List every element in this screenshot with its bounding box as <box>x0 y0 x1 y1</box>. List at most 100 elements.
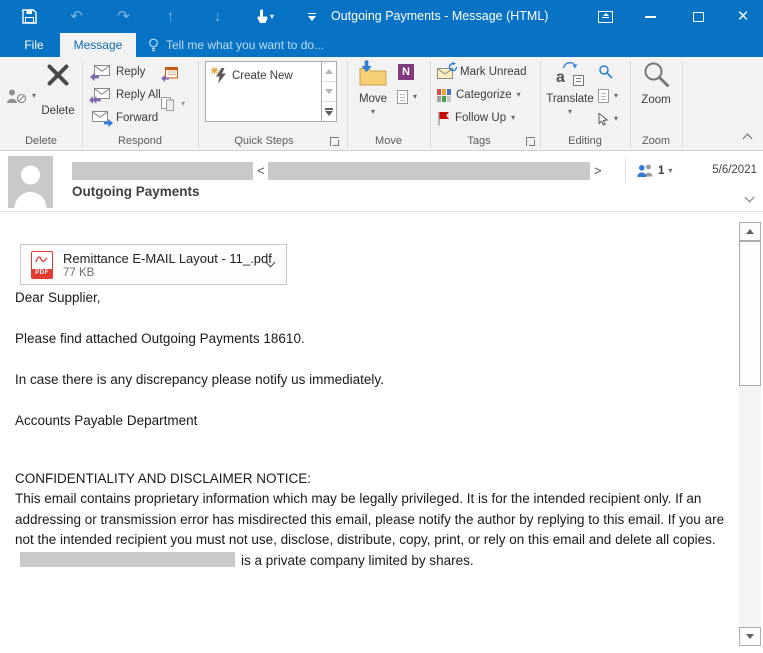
delete-button[interactable]: Delete <box>36 62 80 117</box>
disclaimer-heading: CONFIDENTIALITY AND DISCLAIMER NOTICE: <box>15 469 731 490</box>
im-icon <box>161 97 176 111</box>
group-label-respond: Respond <box>82 135 198 147</box>
minimize-icon <box>645 16 656 18</box>
touch-mouse-mode-button[interactable]: ▾ <box>241 0 288 33</box>
translate-button[interactable]: a Translate ▾ <box>546 62 594 116</box>
maximize-icon <box>693 12 704 22</box>
minimize-button[interactable] <box>633 0 667 33</box>
group-label-quick-steps: Quick Steps <box>198 135 330 147</box>
more-commands-icon <box>308 13 316 21</box>
undo-button[interactable]: ↶ <box>53 0 100 33</box>
im-button[interactable]: ▾ <box>161 95 185 113</box>
move-button[interactable]: Move ▾ <box>352 62 394 116</box>
header-divider <box>625 159 626 183</box>
people-icon <box>636 164 654 177</box>
redo-button[interactable]: ↷ <box>100 0 147 33</box>
touch-hand-icon <box>255 9 268 24</box>
create-new-quick-step[interactable]: Create New <box>213 67 293 85</box>
dropdown-caret-icon: ▾ <box>511 114 515 122</box>
move-button-label: Move <box>359 93 387 105</box>
move-folder-icon <box>358 62 388 86</box>
tell-me-label: Tell me what you want to do... <box>166 38 324 52</box>
attachment-size: 77 KB <box>63 267 94 279</box>
customize-quick-access-button[interactable] <box>288 0 335 33</box>
forward-button[interactable]: Forward <box>92 109 158 127</box>
group-label-tags: Tags <box>430 135 528 147</box>
maximize-button[interactable] <box>681 0 715 33</box>
dropdown-caret-icon: ▾ <box>614 92 618 100</box>
meeting-icon <box>163 66 180 81</box>
email-bracket-open: < <box>257 163 265 178</box>
zoom-button-label: Zoom <box>641 94 670 106</box>
gallery-more-button[interactable] <box>322 102 336 122</box>
forward-label: Forward <box>116 112 158 124</box>
delete-button-label: Delete <box>41 105 74 117</box>
attachment-card[interactable]: PDF Remittance E-MAIL Layout - 11_.pdf 7… <box>20 244 287 285</box>
next-item-button[interactable]: ↓ <box>194 0 241 33</box>
group-label-delete: Delete <box>0 135 82 147</box>
mark-unread-icon <box>437 65 455 79</box>
down-arrow-icon: ↓ <box>214 9 222 24</box>
ignore-button[interactable]: ▾ <box>6 87 36 105</box>
mark-unread-label: Mark Unread <box>460 66 526 78</box>
zoom-magnifier-icon <box>643 61 670 88</box>
pdf-file-icon: PDF <box>31 251 53 279</box>
disclaimer-paragraph: This email contains proprietary informat… <box>15 489 731 571</box>
reply-button[interactable]: Reply <box>92 63 145 81</box>
zoom-button[interactable]: Zoom <box>634 61 678 106</box>
meeting-button[interactable] <box>163 64 180 82</box>
mark-unread-button[interactable]: Mark Unread <box>437 63 526 81</box>
select-button[interactable]: ▾ <box>598 110 618 128</box>
scroll-down-icon <box>325 89 333 94</box>
dropdown-caret-icon: ▾ <box>270 13 274 21</box>
ribbon: ▾ Delete Delete Reply <box>0 57 763 151</box>
tags-dialog-launcher[interactable] <box>526 137 535 146</box>
save-icon <box>22 9 37 24</box>
sender-email-redacted <box>268 162 590 180</box>
actions-button[interactable]: ▾ <box>397 88 417 106</box>
recipient-count: 1 <box>658 165 664 177</box>
categorize-label: Categorize <box>456 89 512 101</box>
scrollbar-thumb[interactable] <box>739 241 761 386</box>
gallery-scroll-up-button[interactable] <box>322 62 336 82</box>
related-button[interactable]: ▾ <box>598 87 618 105</box>
previous-item-button[interactable]: ↑ <box>147 0 194 33</box>
tab-message[interactable]: Message <box>60 33 136 57</box>
ribbon-tab-row: File Message Tell me what you want to do… <box>0 33 763 57</box>
translate-label: Translate <box>546 93 594 105</box>
ribbon-display-options-button[interactable] <box>588 0 622 33</box>
window-title: Outgoing Payments - Message (HTML) <box>331 0 548 33</box>
gallery-scroll-down-button[interactable] <box>322 82 336 102</box>
delete-x-icon <box>44 62 72 88</box>
message-header: < > 1 ▾ 5/6/2021 Outgoing Payments <box>0 151 763 212</box>
attached-line: Please find attached Outgoing Payments 1… <box>15 329 731 350</box>
close-button[interactable]: × <box>726 0 760 33</box>
gallery-scroll-strip <box>321 62 336 121</box>
follow-up-button[interactable]: Follow Up ▾ <box>437 109 515 127</box>
tell-me-box[interactable]: Tell me what you want to do... <box>148 33 324 57</box>
save-button[interactable] <box>6 0 53 33</box>
dropdown-caret-icon: ▾ <box>371 108 375 116</box>
reply-all-label: Reply All <box>116 89 161 101</box>
ignore-person-icon <box>6 89 27 104</box>
scrollbar-down-button[interactable] <box>739 627 761 646</box>
collapse-ribbon-button[interactable] <box>743 134 753 144</box>
categorize-button[interactable]: Categorize ▾ <box>437 86 521 104</box>
recipient-count-button[interactable]: 1 ▾ <box>636 164 672 177</box>
gallery-more-icon <box>325 108 333 116</box>
quick-steps-dialog-launcher[interactable] <box>330 137 339 146</box>
onenote-icon: N <box>398 64 414 80</box>
tab-file[interactable]: File <box>8 33 60 57</box>
email-body-text: Dear Supplier, Please find attached Outg… <box>15 288 731 571</box>
reply-all-button[interactable]: Reply All <box>92 86 161 104</box>
onenote-button[interactable]: N <box>398 63 414 81</box>
disclaimer-text-after: is a private company limited by shares. <box>241 553 474 568</box>
expand-header-button[interactable] <box>745 193 755 203</box>
scrollbar-up-button[interactable] <box>739 222 761 241</box>
find-button[interactable] <box>599 63 613 81</box>
ribbon-display-options-icon <box>598 11 613 23</box>
vertical-scrollbar[interactable] <box>739 222 761 646</box>
undo-icon: ↶ <box>70 9 83 24</box>
company-name-redacted <box>20 552 235 567</box>
categorize-icon <box>437 89 451 102</box>
